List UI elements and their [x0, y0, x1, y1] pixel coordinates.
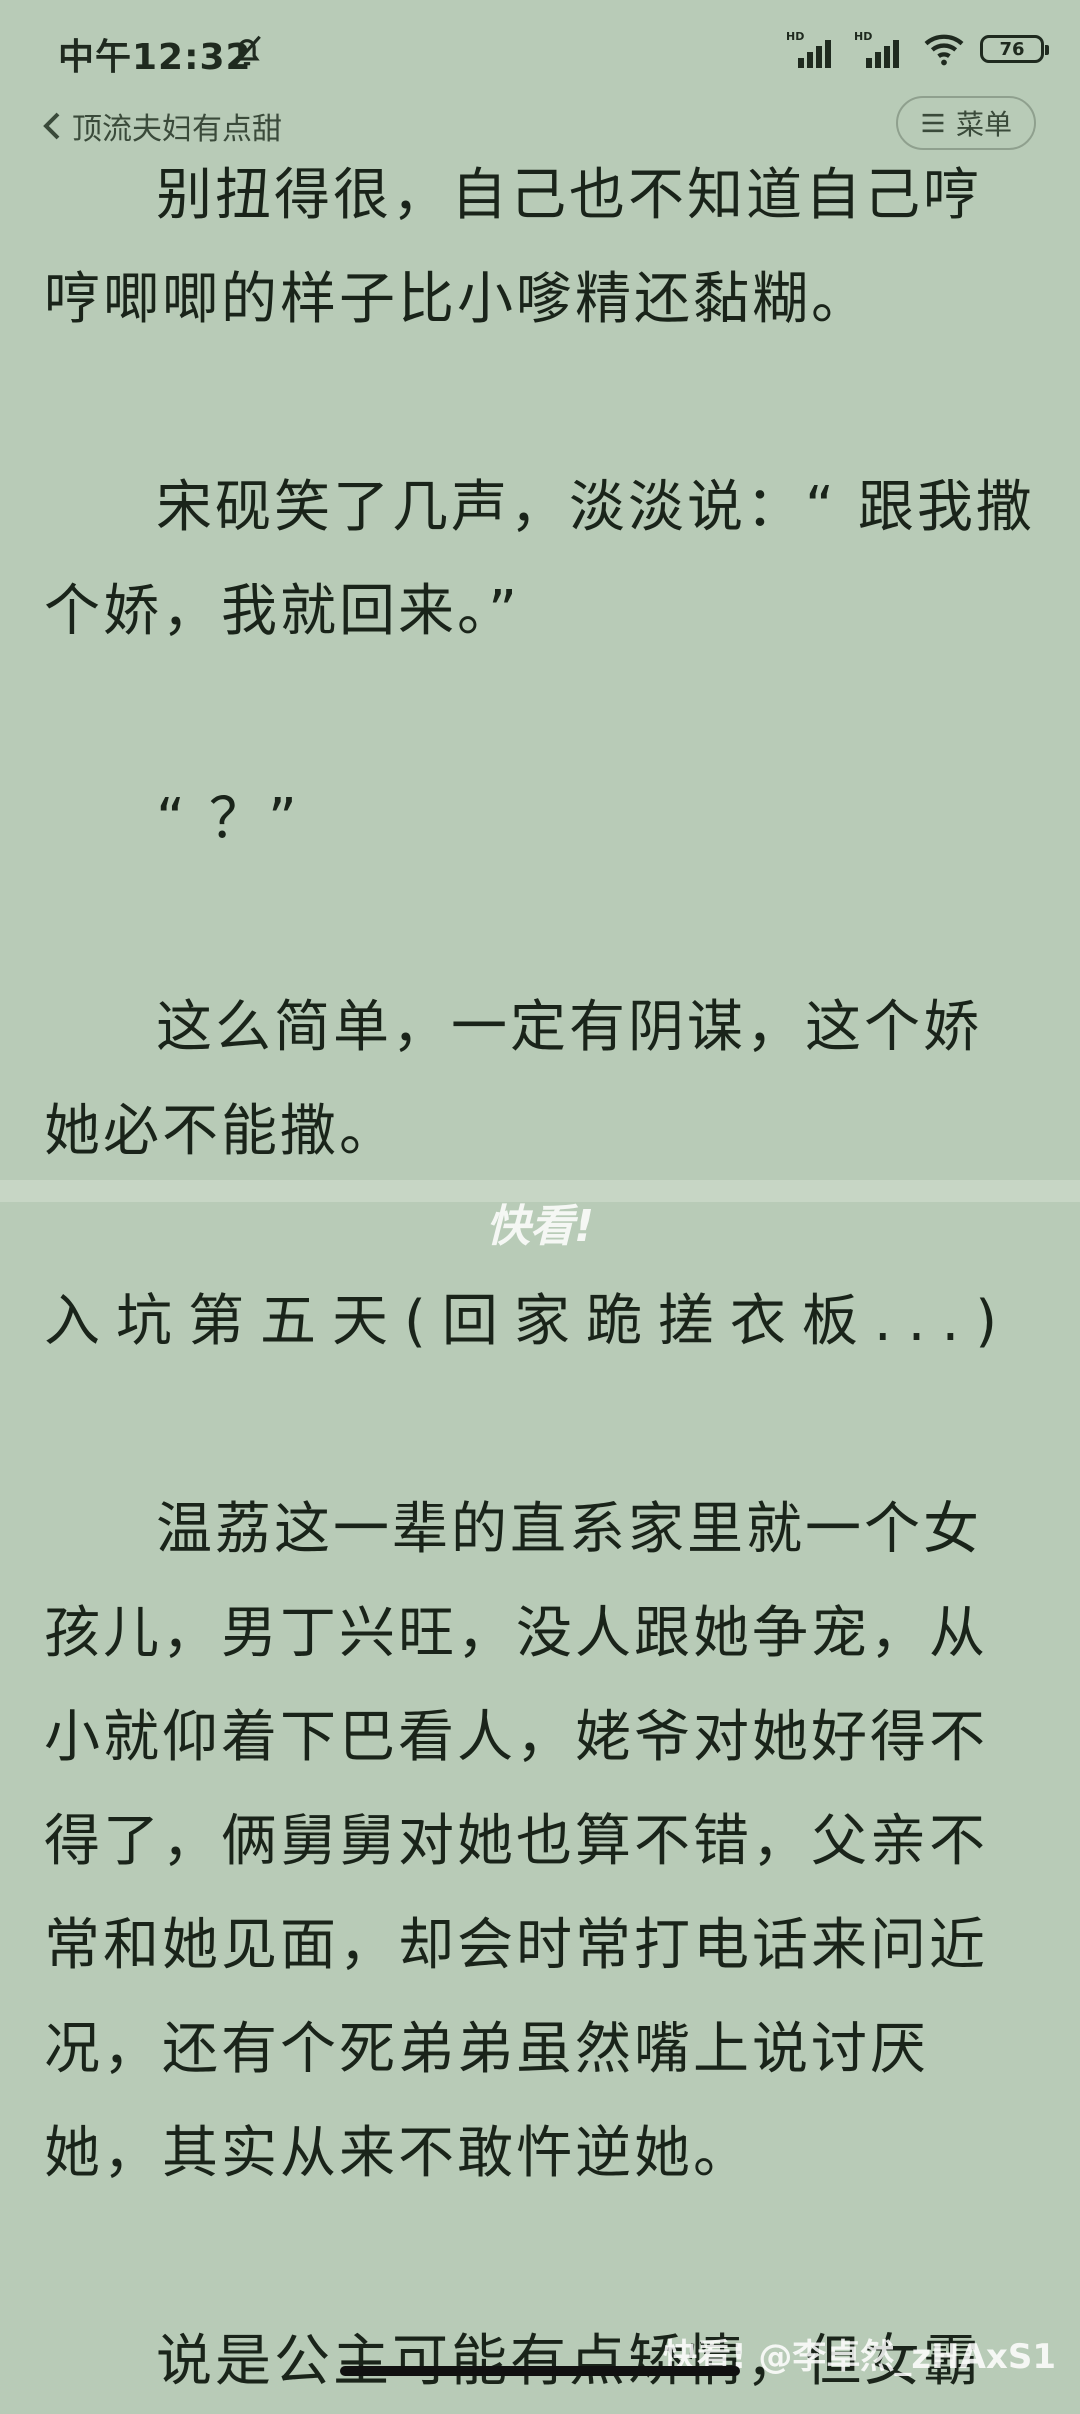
menu-label: 菜单 — [955, 108, 1012, 141]
paragraph: 别扭得很，自己也不知道自己哼哼唧唧的样子比小嗲精还黏糊。 — [44, 163, 982, 332]
back-button[interactable]: 顶流夫妇有点甜 — [40, 104, 282, 148]
book-title: 顶流夫妇有点甜 — [72, 112, 282, 147]
paragraph: “ ？” — [156, 787, 300, 852]
paragraph: 温荔这一辈的直系家里就一个女孩儿，男丁兴旺，没人跟她争宠，从小就仰着下巴看人，姥… — [44, 1497, 988, 2186]
bell-muted-icon — [233, 35, 261, 67]
paragraph: 宋砚笑了几声，淡淡说：“ 跟我撒个娇，我就回来。” — [44, 475, 1035, 644]
status-icons: HD HD 76 — [786, 30, 1049, 68]
menu-lines-icon — [922, 113, 944, 133]
cellular-signal-1: HD — [786, 30, 840, 68]
paragraph: 这么简单，一定有阴谋，这个娇她必不能撒。 — [44, 995, 982, 1164]
watermark-center: 快看! — [485, 1201, 595, 1252]
cellular-signal-2: HD — [854, 30, 908, 68]
menu-button[interactable]: 菜单 — [895, 96, 1036, 150]
reading-page-bottom: 入坑第五天(回家跪搓衣板...) 温荔这一辈的直系家里就一个女孩儿，男丁兴旺，没… — [44, 1270, 1036, 2414]
reading-page-top: 别扭得很，自己也不知道自己哼哼唧唧的样子比小嗲精还黏糊。 宋砚笑了几声，淡淡说：… — [44, 144, 1036, 1184]
battery-indicator: 76 — [980, 35, 1049, 63]
wifi-icon — [924, 34, 964, 66]
signal-bars-icon — [866, 40, 899, 68]
signal-bars-icon — [798, 40, 831, 68]
chapter-title: 入坑第五天(回家跪搓衣板...) — [44, 1289, 1014, 1354]
home-indicator[interactable] — [340, 2366, 740, 2376]
status-time: 中午12:32 — [58, 37, 252, 78]
chevron-left-icon — [43, 112, 60, 140]
status-bar: 中午12:32 HD HD 76 — [0, 0, 1080, 100]
